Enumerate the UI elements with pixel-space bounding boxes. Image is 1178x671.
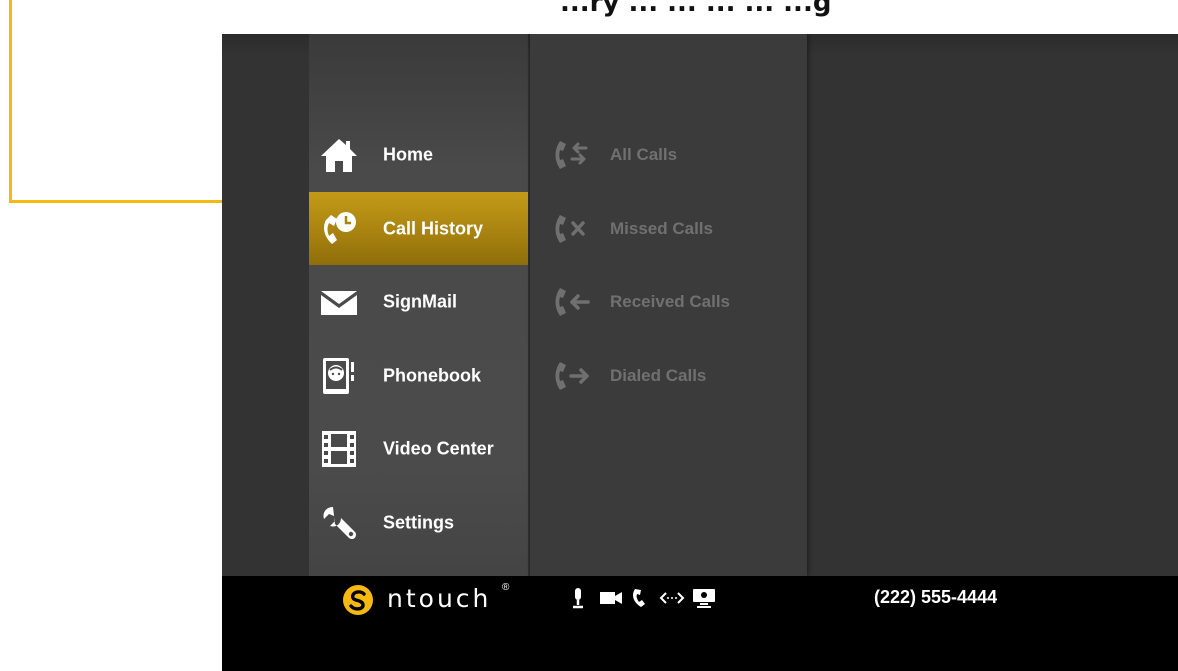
menu-item-label: Phonebook bbox=[383, 365, 481, 385]
call-history-icon bbox=[324, 211, 356, 244]
submenu-item-dialed-calls[interactable]: Dialed Calls bbox=[552, 356, 792, 396]
menu-item-label: Call History bbox=[383, 218, 484, 238]
video-camera-icon bbox=[600, 592, 622, 604]
sorenson-logo-icon bbox=[343, 585, 373, 615]
received-calls-icon bbox=[555, 288, 590, 316]
menu-item-settings[interactable]: Settings bbox=[309, 486, 528, 559]
menu-item-phonebook[interactable]: Phonebook bbox=[309, 339, 528, 412]
wrench-icon bbox=[323, 506, 356, 539]
submenu-item-all-calls[interactable]: All Calls bbox=[552, 135, 792, 175]
phonebook-icon bbox=[323, 357, 354, 394]
network-icon bbox=[659, 592, 685, 604]
callout-arrow-line bbox=[9, 0, 12, 203]
submenu-item-label: Missed Calls bbox=[610, 219, 713, 238]
logo-registered-mark: ® bbox=[502, 582, 510, 593]
menu-item-label: Home bbox=[383, 144, 434, 164]
menu-item-home[interactable]: Home bbox=[309, 118, 528, 191]
dialed-calls-icon bbox=[555, 362, 589, 390]
menu-item-signmail[interactable]: SignMail bbox=[309, 265, 528, 338]
submenu-item-received-calls[interactable]: Received Calls bbox=[552, 282, 792, 322]
user-phone-number: (222) 555-4444 bbox=[874, 587, 998, 607]
instruction-heading-text: ...ry ... ... ... ... ...g bbox=[560, 0, 832, 18]
status-bar: ntouch ® (222) 555-4444 bbox=[222, 576, 1178, 671]
ntouch-logo-text: ntouch bbox=[387, 584, 492, 613]
missed-calls-icon bbox=[555, 215, 585, 243]
menu-item-label: Settings bbox=[383, 512, 455, 532]
instruction-heading: ...ry ... ... ... ... ...g bbox=[560, 0, 1120, 18]
microphone-icon bbox=[573, 588, 583, 609]
menu-item-label: SignMail bbox=[383, 291, 458, 311]
menu-item-video-center[interactable]: Video Center bbox=[309, 412, 528, 485]
monitor-icon bbox=[693, 589, 715, 608]
submenu-item-missed-calls[interactable]: Missed Calls bbox=[552, 209, 792, 249]
envelope-icon bbox=[321, 290, 357, 315]
all-calls-icon bbox=[555, 141, 588, 169]
menu-item-label: Video Center bbox=[383, 438, 494, 458]
submenu-item-label: Dialed Calls bbox=[610, 366, 707, 385]
device-screen: Home Call History SignMail Phonebook Vid… bbox=[222, 34, 1178, 671]
phone-icon bbox=[633, 589, 645, 607]
menu-item-call-history[interactable]: Call History bbox=[309, 192, 528, 265]
submenu-item-label: All Calls bbox=[610, 145, 678, 164]
submenu-item-label: Received Calls bbox=[610, 292, 731, 311]
film-icon bbox=[322, 430, 356, 467]
home-icon bbox=[321, 138, 357, 172]
